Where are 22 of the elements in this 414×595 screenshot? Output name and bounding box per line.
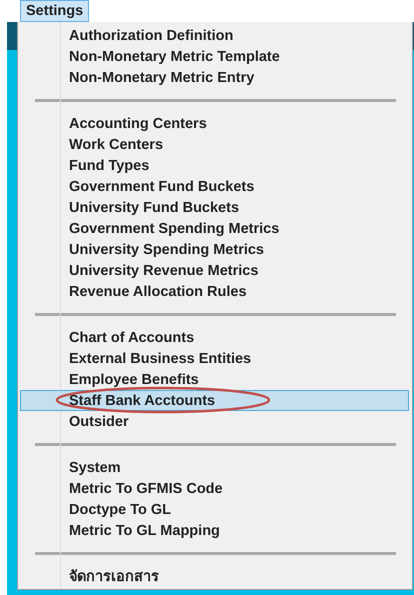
menu-item[interactable]: Work Centers: [20, 134, 409, 155]
menu-item[interactable]: University Fund Buckets: [20, 197, 409, 218]
menu-item[interactable]: Government Fund Buckets: [20, 176, 409, 197]
menu-item[interactable]: Chart of Accounts: [20, 327, 409, 348]
menu-item[interactable]: External Business Entities: [20, 348, 409, 369]
menu-item[interactable]: University Revenue Metrics: [20, 260, 409, 281]
menu-item[interactable]: University Spending Metrics: [20, 239, 409, 260]
menu-item[interactable]: System: [20, 457, 409, 478]
menu-item[interactable]: Employee Benefits: [20, 369, 409, 390]
menu-item[interactable]: Accounting Centers: [20, 113, 409, 134]
menu-item[interactable]: Metric To GL Mapping: [20, 520, 409, 541]
menu-item[interactable]: Government Spending Metrics: [20, 218, 409, 239]
menu-item[interactable]: Fund Types: [20, 155, 409, 176]
menu-item[interactable]: Authorization Definition: [20, 25, 409, 46]
menu-item[interactable]: Doctype To GL: [20, 499, 409, 520]
menu-item[interactable]: Outsider: [20, 411, 409, 432]
menu-item[interactable]: Non-Monetary Metric Entry: [20, 67, 409, 88]
menu-title[interactable]: Settings: [20, 0, 90, 22]
menu-item[interactable]: Metric To GFMIS Code: [20, 478, 409, 499]
menu-item[interactable]: จัดการเอกสาร: [20, 566, 409, 587]
menu-item[interactable]: Revenue Allocation Rules: [20, 281, 409, 302]
menu-item[interactable]: Non-Monetary Metric Template: [20, 46, 409, 67]
